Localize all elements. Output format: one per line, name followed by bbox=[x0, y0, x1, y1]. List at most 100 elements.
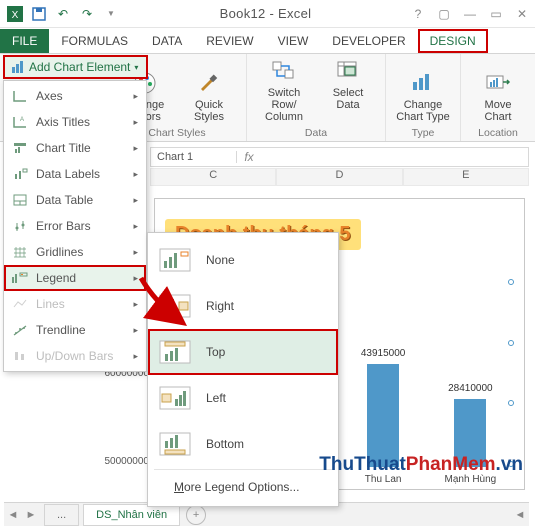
menu-chart-title[interactable]: Chart Title ▸ bbox=[4, 135, 146, 161]
legend-left-icon bbox=[158, 385, 192, 411]
select-data-button[interactable]: Select Data bbox=[321, 57, 375, 123]
redo-icon[interactable]: ↷ bbox=[76, 3, 98, 25]
submenu-top[interactable]: Top bbox=[148, 329, 338, 375]
col-d[interactable]: D bbox=[276, 168, 402, 186]
menu-label: Error Bars bbox=[36, 219, 91, 233]
ribbon-tabs: FILE FORMULAS DATA REVIEW VIEW DEVELOPER… bbox=[0, 28, 535, 54]
menu-label: Gridlines bbox=[36, 245, 83, 259]
menu-label: Chart Title bbox=[36, 141, 91, 155]
chevron-right-icon: ▸ bbox=[133, 91, 138, 102]
add-chart-element-button[interactable]: Add Chart Element ▾ bbox=[3, 55, 148, 79]
submenu-label: Left bbox=[206, 391, 226, 405]
menu-lines: Lines ▸ bbox=[4, 291, 146, 317]
submenu-more-options[interactable]: More Legend Options... bbox=[148, 472, 338, 502]
change-chart-type-button[interactable]: Change Chart Type bbox=[396, 69, 450, 123]
name-box[interactable]: Chart 1 bbox=[151, 151, 237, 163]
chevron-right-icon: ▸ bbox=[133, 169, 138, 180]
excel-icon: X bbox=[4, 3, 26, 25]
move-chart-icon bbox=[484, 69, 512, 97]
col-c[interactable]: C bbox=[150, 168, 276, 186]
chevron-right-icon: ▸ bbox=[133, 247, 138, 258]
legend-top-icon bbox=[158, 339, 192, 365]
add-chart-element-label: Add Chart Element bbox=[29, 60, 130, 74]
switch-row-column-button[interactable]: Switch Row/ Column bbox=[257, 57, 311, 123]
menu-label: Trendline bbox=[36, 323, 86, 337]
tab-formulas[interactable]: FORMULAS bbox=[49, 29, 140, 53]
svg-text:A: A bbox=[20, 117, 24, 123]
chevron-right-icon: ▸ bbox=[133, 143, 138, 154]
chart-element-icon bbox=[11, 60, 25, 74]
menu-axes[interactable]: Axes ▸ bbox=[4, 83, 146, 109]
tab-developer[interactable]: DEVELOPER bbox=[320, 29, 417, 53]
quick-styles-button[interactable]: Quick Styles bbox=[182, 69, 236, 123]
gridlines-icon bbox=[10, 244, 30, 260]
chevron-right-icon: ▸ bbox=[133, 117, 138, 128]
submenu-label: ore Legend Options... bbox=[184, 480, 299, 494]
dropdown-icon: ▾ bbox=[134, 63, 138, 72]
menu-error-bars[interactable]: Error Bars ▸ bbox=[4, 213, 146, 239]
submenu-bottom[interactable]: Bottom bbox=[148, 421, 338, 467]
menu-label: Lines bbox=[36, 297, 65, 311]
menu-trendline[interactable]: Trendline ▸ bbox=[4, 317, 146, 343]
formula-bar: Chart 1 fx bbox=[150, 147, 529, 167]
menu-legend[interactable]: Legend ▸ bbox=[4, 265, 146, 291]
watermark: ThuThuatPhanMem.vn bbox=[319, 454, 523, 476]
menu-updown-bars: Up/Down Bars ▸ bbox=[4, 343, 146, 369]
menu-label: Legend bbox=[36, 271, 76, 285]
chart-element-menu: Axes ▸ A Axis Titles ▸ Chart Title ▸ Dat… bbox=[3, 80, 147, 372]
submenu-left[interactable]: Left bbox=[148, 375, 338, 421]
maximize-icon[interactable]: ▭ bbox=[487, 7, 505, 21]
error-bars-icon bbox=[10, 218, 30, 234]
group-type: Change Chart Type Type bbox=[386, 54, 461, 141]
minimize-icon[interactable]: — bbox=[461, 7, 479, 21]
group-location: Move Chart Location bbox=[461, 54, 535, 141]
tab-design[interactable]: DESIGN bbox=[418, 29, 488, 53]
save-icon[interactable] bbox=[28, 3, 50, 25]
tab-view[interactable]: VIEW bbox=[266, 29, 321, 53]
menu-label: Axes bbox=[36, 89, 63, 103]
chevron-right-icon: ▸ bbox=[133, 195, 138, 206]
window-title: Book12 - Excel bbox=[122, 6, 409, 21]
move-chart-button[interactable]: Move Chart bbox=[471, 69, 525, 123]
bar[interactable]: 43915000 Thu Lan bbox=[367, 364, 399, 467]
menu-gridlines[interactable]: Gridlines ▸ bbox=[4, 239, 146, 265]
undo-icon[interactable]: ↶ bbox=[52, 3, 74, 25]
chevron-right-icon: ▸ bbox=[133, 221, 138, 232]
qat-dropdown-icon[interactable]: ▼ bbox=[100, 3, 122, 25]
column-headers: C D E bbox=[150, 168, 529, 186]
ribbon-options-icon[interactable]: ▢ bbox=[435, 7, 453, 21]
chart-type-icon bbox=[409, 69, 437, 97]
chart-side-handles bbox=[508, 279, 514, 467]
help-icon[interactable]: ? bbox=[409, 7, 427, 21]
menu-data-table[interactable]: Data Table ▸ bbox=[4, 187, 146, 213]
group-label: Data bbox=[305, 127, 327, 139]
title-bar: X ↶ ↷ ▼ Book12 - Excel ? ▢ — ▭ ✕ bbox=[0, 0, 535, 28]
tab-file[interactable]: FILE bbox=[0, 29, 49, 53]
menu-label: Axis Titles bbox=[36, 115, 90, 129]
sheet-nav-next[interactable]: ► bbox=[22, 509, 40, 521]
menu-data-labels[interactable]: Data Labels ▸ bbox=[4, 161, 146, 187]
updown-icon bbox=[10, 348, 30, 364]
close-icon[interactable]: ✕ bbox=[513, 7, 531, 21]
new-sheet-button[interactable]: + bbox=[186, 505, 206, 525]
group-label: Location bbox=[478, 127, 518, 139]
fx-icon[interactable]: fx bbox=[237, 150, 261, 164]
quick-access-toolbar: X ↶ ↷ ▼ bbox=[4, 3, 122, 25]
submenu-label: None bbox=[206, 253, 235, 267]
tab-review[interactable]: REVIEW bbox=[194, 29, 265, 53]
sheet-tab-ellipsis[interactable]: ... bbox=[44, 504, 79, 526]
menu-label: Data Labels bbox=[36, 167, 100, 181]
hscroll-left[interactable]: ◄ bbox=[511, 509, 529, 521]
lines-icon bbox=[10, 296, 30, 312]
menu-separator bbox=[154, 469, 332, 470]
data-label: 43915000 bbox=[361, 348, 406, 359]
submenu-label: Top bbox=[206, 345, 225, 359]
annotation-arrow bbox=[135, 272, 191, 328]
sheet-nav-prev[interactable]: ◄ bbox=[4, 509, 22, 521]
tab-data[interactable]: DATA bbox=[140, 29, 194, 53]
mnemonic: M bbox=[174, 480, 184, 494]
select-data-icon bbox=[334, 57, 362, 85]
menu-axis-titles[interactable]: A Axis Titles ▸ bbox=[4, 109, 146, 135]
menu-label: Data Table bbox=[36, 193, 93, 207]
col-e[interactable]: E bbox=[403, 168, 529, 186]
